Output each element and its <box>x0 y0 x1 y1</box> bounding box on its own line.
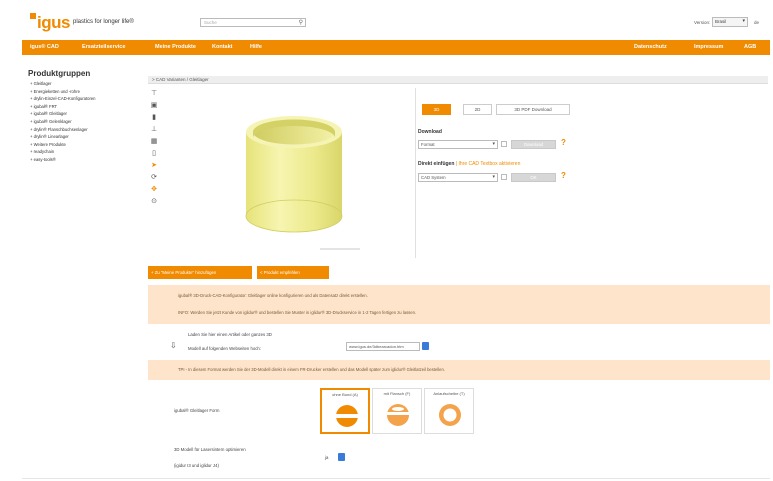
insert-label: Direkt einfügen | Ihre CAD Textbox aktiv… <box>418 161 520 167</box>
view-back-icon[interactable]: ▯ <box>150 150 158 158</box>
download-button[interactable]: Download <box>511 140 556 149</box>
nav-item-contact[interactable]: Kontakt <box>212 44 232 50</box>
hint-band: TPI - In diesem Format werden Sie der 3D… <box>148 360 770 380</box>
header: igus plastics for longer life® Suche ⚲ V… <box>22 8 770 36</box>
help-icon[interactable]: ? <box>561 138 566 147</box>
insert-activate-link[interactable]: | Ihre CAD Textbox aktivieren <box>456 161 521 167</box>
print-row-line-1: 3D Modell für Lasersintern optimieren <box>174 447 246 452</box>
viewer-toolbar: ⊤ ▣ ▮ ⊥ ▦ ▯ ➤ ⟳ ✥ ⊙ <box>150 90 160 210</box>
chevron-down-icon: ▾ <box>742 18 745 24</box>
nav-item-terms[interactable]: AGB <box>744 44 756 50</box>
cad-system-select[interactable]: CAD System ▾ <box>418 173 498 182</box>
thrust-washer-icon <box>439 404 461 426</box>
nav-item-my-products[interactable]: Meine Produkte <box>155 44 196 50</box>
insert-label-text: Direkt einfügen <box>418 161 455 167</box>
language-switch[interactable]: de <box>754 20 759 25</box>
nav-item-privacy[interactable]: Datenschutz <box>634 44 667 50</box>
share-button-label: Produkt empfehlen <box>263 270 300 275</box>
print-option-value: ja <box>325 455 329 460</box>
nav-item-spare-parts[interactable]: Ersatzteilservice <box>82 44 125 50</box>
country-select[interactable]: Brasil ▾ <box>712 17 748 27</box>
insert-checkbox[interactable] <box>501 174 507 180</box>
pan-icon[interactable]: ✥ <box>150 186 158 194</box>
download-checkbox[interactable] <box>501 141 507 147</box>
download-label: Download <box>418 129 442 135</box>
download-format-value: Format <box>421 142 435 147</box>
variant-label: igubal® Gleitlager Form <box>174 408 220 413</box>
variant-option-flange[interactable]: mit Flansch (F) <box>372 388 422 434</box>
share-row-line-2: Modell auf folgenden Webseiten hoch: <box>188 346 262 351</box>
view-top-icon[interactable]: ⊤ <box>150 90 158 98</box>
chevron-down-icon: ▾ <box>492 174 495 180</box>
help-icon[interactable]: ? <box>561 171 566 180</box>
sidebar-item[interactable]: + readychain <box>30 149 140 157</box>
variant-label-flange: mit Flansch (F) <box>383 391 411 396</box>
view-side-icon[interactable]: ▮ <box>150 114 158 122</box>
view-front-icon[interactable]: ▣ <box>150 102 158 110</box>
search-icon[interactable]: ⚲ <box>299 20 303 26</box>
search-placeholder: Suche <box>204 20 217 25</box>
sidebar-item[interactable]: + drylin® Flanschbuchsenlager <box>30 127 140 135</box>
zoom-icon[interactable]: ➤ <box>150 162 158 170</box>
nav-item-imprint[interactable]: Impressum <box>694 44 723 50</box>
view-mode-2d[interactable]: 2D <box>463 104 492 115</box>
upload-icon: ⇩ <box>170 341 177 350</box>
main-nav: igus® CAD Ersatzteilservice Meine Produk… <box>22 40 770 55</box>
variant-option-plain[interactable]: ohne Bund (A) <box>320 388 370 434</box>
bearing-3d-model <box>245 116 343 233</box>
plain-bushing-icon <box>336 405 358 427</box>
insert-button[interactable]: OK <box>511 173 556 182</box>
sidebar-item[interactable]: + igubal® FRT <box>30 104 140 112</box>
add-to-my-products-button[interactable]: + Zu "Meine Produkte" hinzufügen <box>148 266 252 279</box>
share-go-button[interactable] <box>422 342 429 350</box>
viewer-watermark <box>320 248 360 250</box>
search-input[interactable]: Suche ⚲ <box>200 18 306 27</box>
rotate-icon[interactable]: ⟳ <box>150 174 158 182</box>
variant-label-plain: ohne Bund (A) <box>332 392 358 397</box>
info-band: igubal® 3D-Druck-CAD-Konfigurator: Gleit… <box>148 285 770 324</box>
sidebar-item[interactable]: + Gleitlager <box>30 81 140 89</box>
share-url-field[interactable]: www.igus.de/3dbearcadon.htm <box>346 342 420 351</box>
country-label: Version: <box>694 20 711 25</box>
share-product-button[interactable]: < Produkt empfehlen <box>257 266 329 279</box>
sidebar-item[interactable]: + Weitere Produkte <box>30 142 140 150</box>
sidebar-item[interactable]: + drylin-Einzel-CAD-Konfiguratoren <box>30 96 140 104</box>
footer-divider <box>22 478 770 479</box>
cad-system-value: CAD System <box>421 175 446 180</box>
sidebar-list: + Gleitlager + Energieketten und -rohre … <box>30 81 140 165</box>
chevron-down-icon: ▾ <box>492 141 495 147</box>
sidebar-item[interactable]: + Energieketten und -rohre <box>30 89 140 97</box>
reset-view-icon[interactable]: ⊙ <box>150 198 158 206</box>
igus-logo[interactable]: igus <box>30 13 70 33</box>
sidebar-title: Produktgruppen <box>28 69 91 78</box>
hint-text: TPI - In diesem Format werden Sie der 3D… <box>178 367 446 372</box>
variant-label-washer: Anlaufscheibe (T) <box>433 391 465 396</box>
view-mode-3d-pdf[interactable]: 3D PDF Download <box>496 104 570 115</box>
tagline: plastics for longer life® <box>73 19 134 25</box>
view-mode-3d[interactable]: 3D <box>422 104 451 115</box>
viewer-divider <box>415 88 416 258</box>
download-format-select[interactable]: Format ▾ <box>418 140 498 149</box>
flange-bushing-icon <box>387 404 409 426</box>
print-option-button[interactable] <box>338 453 345 461</box>
sidebar-item[interactable]: + easy-tools® <box>30 157 140 165</box>
info-text-2: INFO: Werden Sie jetzt Kunde von iglidur… <box>178 310 417 315</box>
sidebar-item[interactable]: + igubal® Gleitlager <box>30 111 140 119</box>
breadcrumb-text[interactable]: > CAD Varianten / Gleitlager <box>152 77 209 82</box>
variant-option-washer[interactable]: Anlaufscheibe (T) <box>424 388 474 434</box>
view-iso-icon[interactable]: ▦ <box>150 138 158 146</box>
print-row-line-2: (igidur I3 und iglidur J4) <box>174 463 219 468</box>
page-frame: igus plastics for longer life® Suche ⚲ V… <box>22 8 770 480</box>
share-row-line-1: Laden Sie hier einen Artikel oder ganzes… <box>188 332 272 337</box>
info-text-1: igubal® 3D-Druck-CAD-Konfigurator: Gleit… <box>178 293 368 298</box>
country-value: Brasil <box>715 19 727 24</box>
view-bottom-icon[interactable]: ⊥ <box>150 126 158 134</box>
cad-viewer[interactable] <box>162 88 412 254</box>
breadcrumb: > CAD Varianten / Gleitlager <box>148 76 768 84</box>
nav-item-cad[interactable]: igus® CAD <box>30 44 59 50</box>
nav-item-help[interactable]: Hilfe <box>250 44 262 50</box>
sidebar-item[interactable]: + igubal® Gelenklager <box>30 119 140 127</box>
sidebar-item[interactable]: + drylin® Linearlager <box>30 134 140 142</box>
